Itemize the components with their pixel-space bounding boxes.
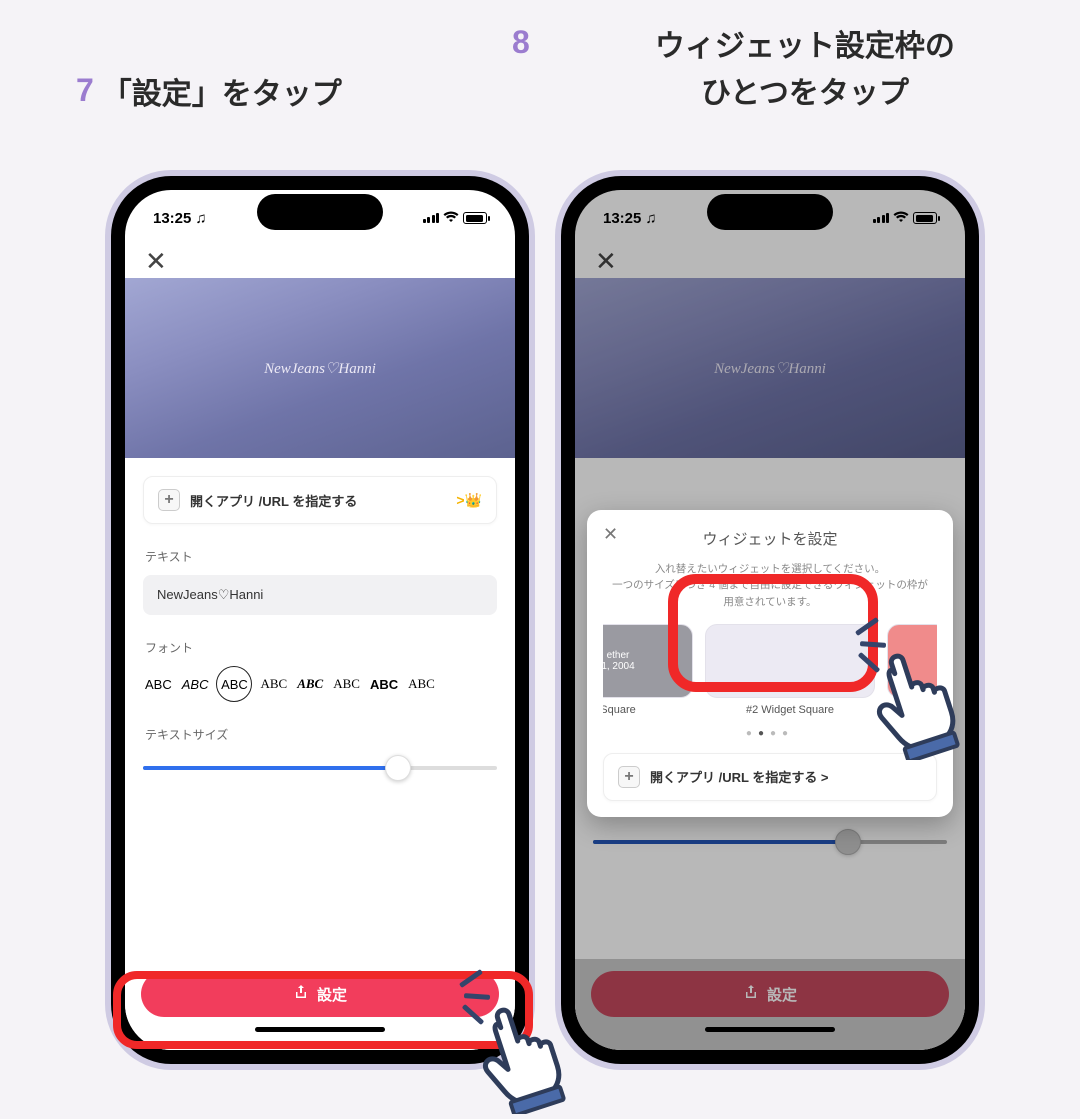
dynamic-island <box>707 194 833 230</box>
phone-mockup-right: 13:25 ♫ ✕ NewJeans♡Hanni <box>555 170 985 1070</box>
font-option[interactable]: ABC <box>295 674 325 694</box>
widget-slot-label: #2 Widget Square <box>746 704 834 716</box>
widget-slot-1[interactable]: ether 1, 2004 <box>603 624 693 698</box>
font-option[interactable]: ABC <box>406 674 437 694</box>
widget-slot-2[interactable] <box>705 624 875 698</box>
modal-close-icon[interactable]: ✕ <box>603 524 618 545</box>
plus-icon: + <box>618 766 640 788</box>
step-title: ウィジェット設定枠の ひとつをタップ <box>538 24 1072 117</box>
step-number: 7 <box>76 72 94 109</box>
text-size-slider[interactable] <box>143 753 497 783</box>
pointer-hand-icon <box>862 640 972 760</box>
widget-slot-label: Square <box>603 704 636 716</box>
wifi-icon <box>443 210 459 227</box>
section-font-label: フォント <box>145 639 497 656</box>
settings-button-label: 設定 <box>317 984 347 1005</box>
modal-title: ウィジェットを設定 <box>603 528 937 549</box>
preview-text: NewJeans♡Hanni <box>264 359 376 378</box>
font-option-selected[interactable]: ABC <box>216 666 252 702</box>
home-indicator <box>255 1027 385 1032</box>
plus-icon: + <box>158 489 180 511</box>
headphones-icon: ♫ <box>195 210 206 227</box>
battery-icon <box>463 212 487 224</box>
open-app-label: 開くアプリ /URL を指定する <box>190 491 357 510</box>
phone-mockup-left: 13:25 ♫ ✕ NewJeans♡Hanni <box>105 170 535 1070</box>
widget-slot-text: 1, 2004 <box>603 661 635 672</box>
slider-fill <box>143 766 398 770</box>
phone-body: 13:25 ♫ ✕ NewJeans♡Hanni <box>111 176 529 1064</box>
dynamic-island <box>257 194 383 230</box>
text-input[interactable]: NewJeans♡Hanni <box>143 575 497 615</box>
section-text-label: テキスト <box>145 548 497 565</box>
bottom-bar: 設定 <box>125 959 515 1050</box>
status-time: 13:25 ♫ <box>153 210 207 227</box>
preview-widget: NewJeans♡Hanni <box>125 278 515 458</box>
screen: 13:25 ♫ ✕ NewJeans♡Hanni <box>125 190 515 1050</box>
font-options: ABC ABC ABC ABC ABC ABC ABC ABC <box>143 666 497 702</box>
time-text: 13:25 <box>153 210 191 227</box>
pointer-hand-icon <box>468 994 578 1114</box>
step-title: 「設定」をタップ <box>102 72 342 119</box>
export-icon <box>293 984 309 1004</box>
font-option[interactable]: ABC <box>143 675 174 694</box>
modal-description: 入れ替えたいウィジェットを選択してください。 一つのサイズにつき 4 個まで自由… <box>609 561 931 610</box>
screen: 13:25 ♫ ✕ NewJeans♡Hanni <box>575 190 965 1050</box>
close-icon[interactable]: ✕ <box>145 246 167 277</box>
font-option[interactable]: ABC <box>258 674 289 694</box>
font-option[interactable]: ABC <box>331 674 362 694</box>
open-app-label: 開くアプリ /URL を指定する > <box>650 767 829 786</box>
crown-icon: >👑 <box>456 492 482 509</box>
slider-thumb[interactable] <box>385 755 411 781</box>
open-app-row[interactable]: + 開くアプリ /URL を指定する >👑 <box>143 476 497 524</box>
chevron-icon: > <box>456 492 464 508</box>
settings-button[interactable]: 設定 <box>141 971 499 1017</box>
phone-body: 13:25 ♫ ✕ NewJeans♡Hanni <box>561 176 979 1064</box>
signal-icon <box>423 213 440 223</box>
step-8-header: 8 ウィジェット設定枠の ひとつをタップ <box>512 24 1072 117</box>
font-option[interactable]: ABC <box>180 675 211 694</box>
step-7-header: 7 「設定」をタップ <box>76 72 342 119</box>
section-size-label: テキストサイズ <box>145 726 497 743</box>
widget-slot-text: ether <box>607 650 630 661</box>
font-option[interactable]: ABC <box>368 675 400 694</box>
step-number: 8 <box>512 24 530 61</box>
